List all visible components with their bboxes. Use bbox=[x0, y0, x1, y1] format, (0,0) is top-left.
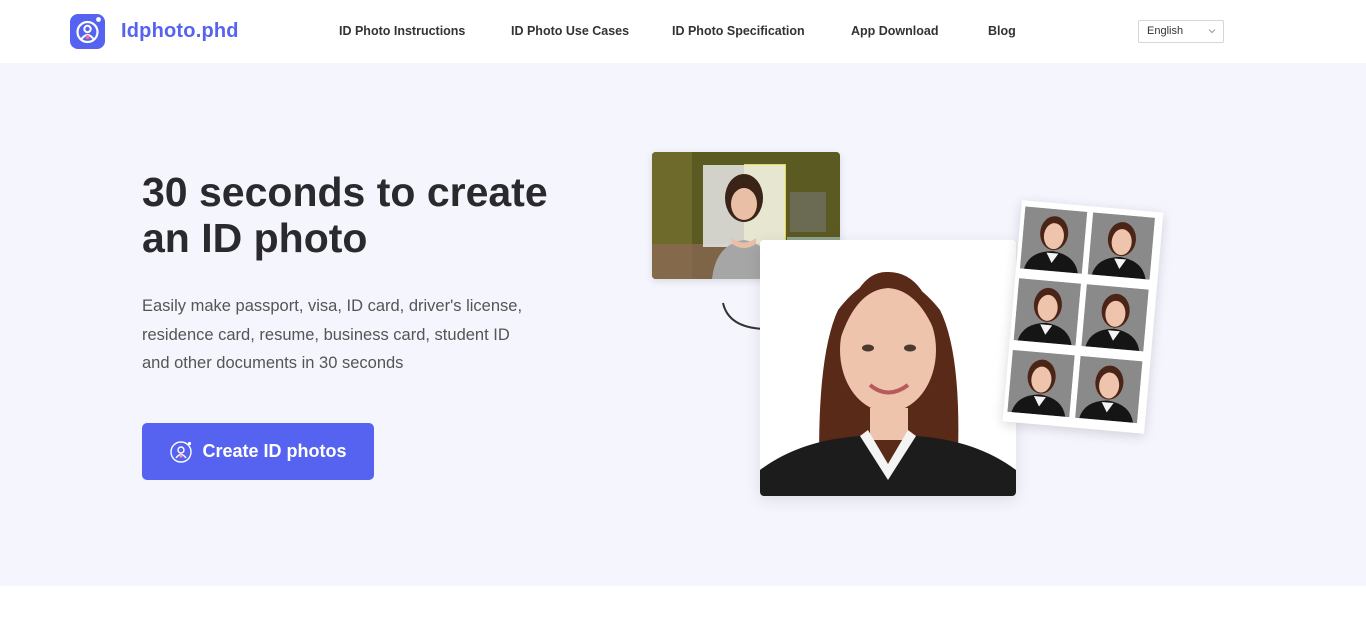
sheet-photo bbox=[1081, 284, 1149, 352]
nav-id-photo-use-cases[interactable]: ID Photo Use Cases bbox=[511, 24, 629, 38]
sheet-photo bbox=[1087, 212, 1155, 280]
nav-id-photo-instructions[interactable]: ID Photo Instructions bbox=[339, 24, 465, 38]
nav-blog[interactable]: Blog bbox=[988, 24, 1016, 38]
logo[interactable]: Idphoto.phd bbox=[70, 14, 239, 49]
logo-icon bbox=[70, 14, 105, 49]
id-photo-result bbox=[760, 240, 1016, 496]
person-badge-icon bbox=[170, 440, 193, 463]
create-id-photos-button[interactable]: Create ID photos bbox=[142, 423, 374, 480]
create-id-photos-label: Create ID photos bbox=[202, 441, 347, 461]
logo-text: Idphoto.phd bbox=[121, 20, 239, 42]
below-hero-section bbox=[0, 586, 1366, 629]
id-photo-print-sheet bbox=[1002, 200, 1164, 434]
sheet-photo bbox=[1020, 206, 1088, 274]
hero-title: 30 seconds to create an ID photo bbox=[142, 169, 602, 261]
hero-title-line: 30 seconds to create bbox=[142, 169, 548, 215]
hero-title-line: an ID photo bbox=[142, 215, 368, 261]
language-select[interactable]: English bbox=[1138, 20, 1224, 43]
nav-app-download[interactable]: App Download bbox=[851, 24, 939, 38]
sheet-photo bbox=[1013, 278, 1081, 346]
chevron-down-icon bbox=[1208, 29, 1216, 34]
hero-description-line: Easily make passport, visa, ID card, dri… bbox=[142, 297, 523, 315]
sheet-photo bbox=[1007, 350, 1075, 418]
hero-description-line: and other documents in 30 seconds bbox=[142, 354, 404, 372]
nav-id-photo-specification[interactable]: ID Photo Specification bbox=[672, 24, 805, 38]
sheet-photo bbox=[1075, 355, 1143, 424]
hero-description-line: residence card, resume, business card, s… bbox=[142, 325, 510, 344]
hero-description: Easily make passport, visa, ID card, dri… bbox=[142, 292, 562, 378]
site-header: Idphoto.phd ID Photo Instructions ID Pho… bbox=[0, 0, 1366, 63]
language-selected: English bbox=[1147, 25, 1184, 37]
